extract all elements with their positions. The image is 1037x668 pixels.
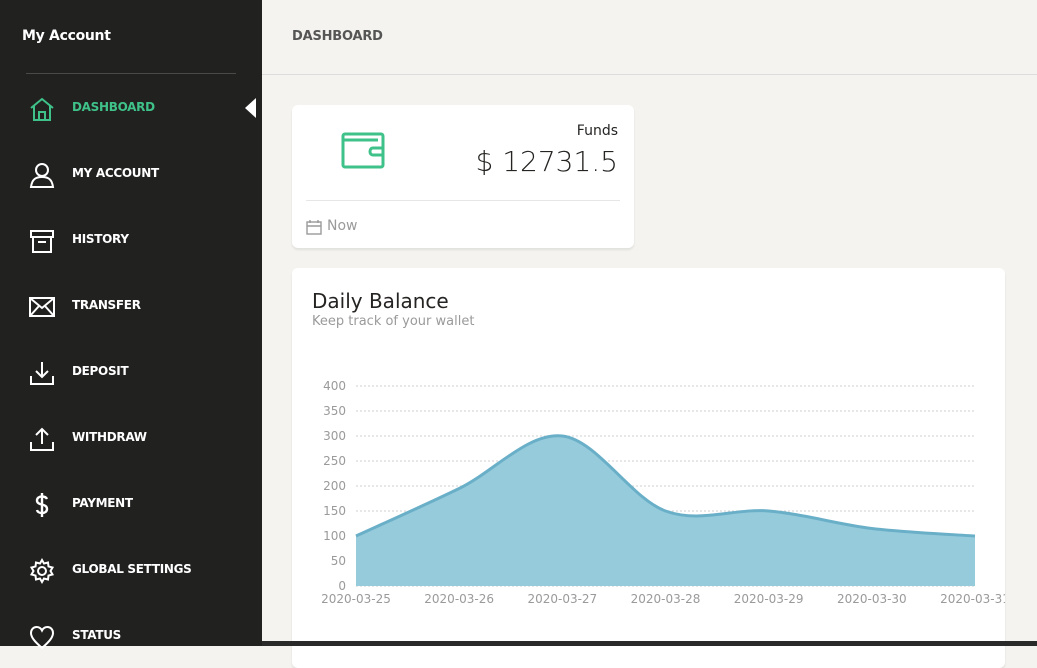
page-title: DASHBOARD [292, 29, 383, 44]
daily-balance-chart: 0 50 100 150 200 250 300 350 400 2020-03-25 2020-0… [321, 379, 1005, 606]
funds-timestamp: Now [327, 218, 358, 234]
y-tick-label: 250 [323, 454, 346, 468]
sidebar-item-label: GLOBAL SETTINGS [72, 562, 192, 576]
sidebar-item-status[interactable]: STATUS [0, 616, 262, 656]
card-divider [306, 200, 620, 201]
sidebar-item-transfer[interactable]: TRANSFER [0, 286, 262, 326]
x-tick-label: 2020-03-26 [424, 592, 494, 606]
y-tick-label: 100 [323, 529, 346, 543]
dollar-icon [28, 491, 56, 519]
sidebar-item-my-account[interactable]: MY ACCOUNT [0, 154, 262, 194]
home-icon [28, 95, 56, 123]
x-tick-label: 2020-03-30 [837, 592, 907, 606]
envelope-icon [28, 293, 56, 321]
y-tick-label: 150 [323, 504, 346, 518]
funds-label: Funds [576, 123, 618, 139]
sidebar: My Account DASHBOARD MY ACCOUNT HISTORY … [0, 0, 262, 650]
user-icon [28, 161, 56, 189]
sidebar-item-label: DEPOSIT [72, 364, 129, 378]
heart-icon [28, 623, 56, 651]
brand-title[interactable]: My Account [22, 28, 111, 44]
sidebar-item-label: HISTORY [72, 232, 129, 246]
calendar-icon [306, 219, 322, 235]
sidebar-item-label: STATUS [72, 628, 122, 642]
y-tick-label: 200 [323, 479, 346, 493]
sidebar-item-dashboard[interactable]: DASHBOARD [0, 88, 262, 128]
funds-value: $ 12731.5 [475, 145, 618, 178]
gear-icon [28, 557, 56, 585]
sidebar-item-payment[interactable]: PAYMENT [0, 484, 262, 524]
y-tick-label: 300 [323, 429, 346, 443]
sidebar-divider [26, 73, 236, 74]
top-bar: DASHBOARD [262, 0, 1037, 75]
download-icon [28, 359, 56, 387]
sidebar-item-label: WITHDRAW [72, 430, 147, 444]
sidebar-item-label: TRANSFER [72, 298, 141, 312]
sidebar-item-history[interactable]: HISTORY [0, 220, 262, 260]
x-tick-label: 2020-03-25 [321, 592, 391, 606]
y-tick-label: 350 [323, 404, 346, 418]
x-tick-label: 2020-03-27 [527, 592, 597, 606]
x-tick-label: 2020-03-28 [631, 592, 701, 606]
sidebar-item-label: MY ACCOUNT [72, 166, 159, 180]
sidebar-item-label: PAYMENT [72, 496, 133, 510]
sidebar-item-global-settings[interactable]: GLOBAL SETTINGS [0, 550, 262, 590]
funds-card: Funds $ 12731.5 Now [292, 105, 634, 248]
sidebar-item-withdraw[interactable]: WITHDRAW [0, 418, 262, 458]
x-tick-label: 2020-03-29 [734, 592, 804, 606]
y-tick-label: 400 [323, 379, 346, 393]
daily-balance-card: Daily Balance Keep track of your wallet … [292, 268, 1005, 668]
upload-icon [28, 425, 56, 453]
wallet-icon [340, 129, 388, 173]
sidebar-item-label: DASHBOARD [72, 100, 155, 114]
archive-icon [28, 227, 56, 255]
y-tick-label: 50 [331, 554, 346, 568]
bottom-edge [262, 641, 1037, 646]
y-tick-label: 0 [338, 579, 346, 593]
x-tick-label: 2020-03-31 [940, 592, 1005, 606]
sidebar-item-deposit[interactable]: DEPOSIT [0, 352, 262, 392]
active-indicator [245, 98, 256, 118]
